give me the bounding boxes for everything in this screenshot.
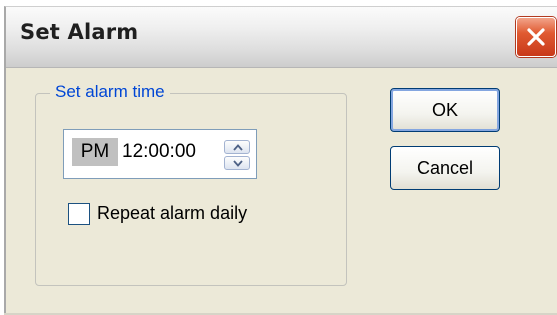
chevron-up-icon: [233, 144, 243, 151]
ampm-field[interactable]: PM: [72, 138, 118, 166]
title-bar[interactable]: Set Alarm: [6, 7, 557, 68]
time-spinner: [224, 140, 250, 170]
ok-button[interactable]: OK: [390, 88, 500, 132]
cancel-button[interactable]: Cancel: [390, 146, 500, 190]
close-icon: [527, 28, 545, 46]
time-field[interactable]: 12:00:00: [122, 138, 196, 166]
close-button[interactable]: [516, 17, 556, 57]
alarm-time-picker[interactable]: PM 12:00:00: [63, 129, 257, 179]
dialog-title: Set Alarm: [20, 20, 139, 44]
chevron-down-icon: [233, 160, 243, 167]
spin-down-button[interactable]: [224, 156, 250, 170]
groupbox-legend: Set alarm time: [50, 82, 170, 102]
repeat-alarm-label[interactable]: Repeat alarm daily: [97, 203, 247, 224]
spin-up-button[interactable]: [224, 140, 250, 154]
repeat-alarm-checkbox[interactable]: [68, 203, 90, 225]
alarm-time-groupbox: [35, 93, 347, 286]
